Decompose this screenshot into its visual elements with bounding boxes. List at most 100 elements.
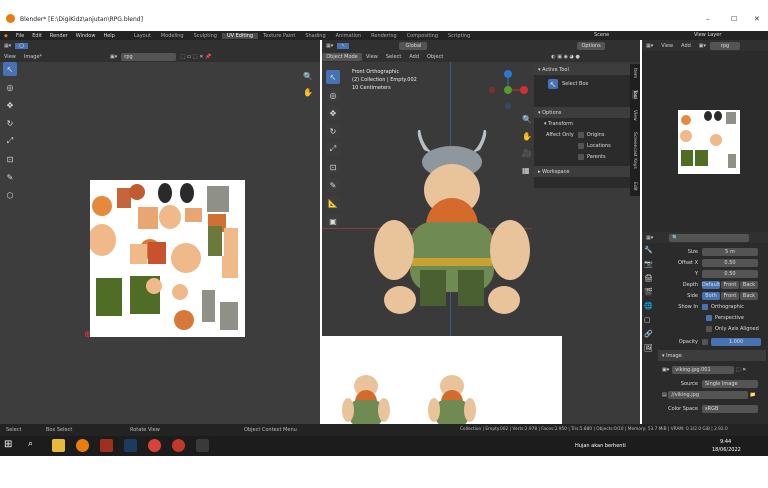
image-browse-icon[interactable]: ▣▾ (106, 54, 121, 60)
zoom-view-icon[interactable]: 🔍 (522, 115, 532, 124)
weather-text[interactable]: Hujan akan berhenti (575, 443, 626, 449)
search-icon[interactable]: ⌕ (28, 439, 41, 452)
tab-scripting[interactable]: Scripting (443, 33, 475, 39)
side-front[interactable]: Front (721, 291, 739, 300)
annotate-tool-icon[interactable]: ✎ (3, 170, 17, 184)
parents-checkbox[interactable] (578, 153, 584, 160)
data-props-icon[interactable]: 🖼 (644, 344, 654, 358)
file-explorer-icon[interactable] (52, 439, 65, 452)
depth-back[interactable]: Back (740, 280, 758, 289)
transform-header[interactable]: ▾ Transform (534, 118, 634, 129)
tab-uv-editing[interactable]: UV Editing (221, 32, 259, 39)
viewport-editor-type-icon[interactable]: ▦▾ (322, 43, 337, 49)
tab-animation[interactable]: Animation (331, 33, 367, 39)
render-props-icon[interactable]: 📷 (644, 260, 654, 274)
select-tool-icon[interactable]: ↖ (3, 62, 17, 76)
scene-props-icon[interactable]: 🎬 (644, 288, 654, 302)
tab-rendering[interactable]: Rendering (366, 33, 402, 39)
app-icon[interactable] (196, 439, 209, 452)
cursor-tool-icon[interactable]: ◎ (3, 80, 17, 94)
tab-item[interactable]: Item (632, 68, 637, 78)
side-both[interactable]: Both (702, 291, 720, 300)
orientation-dropdown[interactable]: Global (399, 41, 428, 50)
source-dropdown[interactable]: Single Image (702, 379, 758, 388)
select-box-icon[interactable]: ↖ (548, 79, 558, 89)
side-back[interactable]: Back (740, 291, 758, 300)
active-tool-header[interactable]: ▾ Active Tool (534, 64, 634, 75)
perspective-checkbox[interactable] (706, 314, 712, 321)
opacity-checkbox[interactable] (702, 338, 708, 345)
view-layer-selector[interactable]: View Layer (690, 32, 725, 38)
menu-render[interactable]: Render (46, 33, 72, 39)
object-props-icon[interactable]: ▢ (644, 316, 654, 330)
image-actions-icons[interactable]: ⬚ ▭ ⬚ ✕ 📌 (176, 54, 215, 60)
color-space-dropdown[interactable]: sRGB (702, 404, 758, 413)
illustrator-icon[interactable] (100, 439, 113, 452)
transform-tool-icon[interactable]: ⊡ (3, 152, 17, 166)
options-dropdown[interactable]: Options (577, 41, 605, 50)
filepath-field[interactable]: //viking.jpg (668, 390, 749, 399)
menu-file[interactable]: File (12, 33, 28, 39)
vp-cursor-tool-icon[interactable]: ◎ (326, 88, 340, 102)
windows-start-icon[interactable]: ⊞ (4, 439, 17, 452)
workspace-header[interactable]: ▸ Workspace (534, 166, 634, 177)
tab-modeling[interactable]: Modeling (156, 33, 189, 39)
depth-front[interactable]: Front (721, 280, 739, 289)
mode-dropdown[interactable]: Object Mode (322, 52, 362, 61)
right-menu-view[interactable]: View (657, 43, 677, 49)
right-menu-add[interactable]: Add (677, 43, 695, 49)
move-tool-icon[interactable]: ✥ (3, 98, 17, 112)
tab-shading[interactable]: Shading (300, 33, 330, 39)
shading-mode-icons[interactable]: ◐ ▣ ◉ ◕ ● (547, 54, 584, 60)
orthographic-checkbox[interactable] (702, 303, 708, 310)
tab-sculpting[interactable]: Sculpting (189, 33, 222, 39)
file-browse-icon[interactable]: 📁 (748, 392, 756, 398)
viewport-menu-select[interactable]: Select (382, 54, 405, 60)
right-image-name[interactable]: rpg (710, 41, 741, 50)
tab-edit[interactable]: Edit (632, 182, 637, 191)
scene-selector[interactable]: Scene (590, 32, 613, 38)
image-datablock-field[interactable]: viking.jpg.001 (672, 365, 735, 374)
tab-texture-paint[interactable]: Texture Paint (258, 33, 300, 39)
properties-search[interactable]: 🔍 (669, 233, 750, 242)
opacity-field[interactable]: 1.000 (711, 337, 761, 346)
viewport-menu-object[interactable]: Object (423, 54, 447, 60)
properties-type-icon[interactable]: ▦▾ (642, 235, 657, 241)
image-datablock-actions-icon[interactable]: ⬚ ✕ (734, 367, 747, 373)
vp-rotate-tool-icon[interactable]: ↻ (326, 124, 340, 138)
tab-compositing[interactable]: Compositing (402, 33, 443, 39)
right-image-icon[interactable]: ▣▾ (695, 43, 710, 49)
pan-hand-icon[interactable]: ✋ (303, 88, 313, 97)
maximize-button[interactable]: ☐ (731, 15, 737, 23)
blender-taskbar-icon[interactable] (76, 439, 89, 452)
output-props-icon[interactable]: 🖨 (644, 274, 654, 288)
options-header[interactable]: ▾ Options (534, 107, 634, 118)
vp-select-tool-icon[interactable]: ↖ (326, 70, 340, 84)
uv-menu-view[interactable]: View (0, 54, 20, 60)
constraint-props-icon[interactable]: 🔗 (644, 330, 654, 344)
zoom-icon[interactable]: 🔍 (303, 72, 313, 81)
origins-checkbox[interactable] (577, 131, 584, 138)
tab-screencast-keys[interactable]: Screencast Keys (632, 132, 637, 169)
rotate-tool-icon[interactable]: ↻ (3, 116, 17, 130)
clock-date[interactable]: 18/06/2022 (712, 447, 741, 453)
viewport-select-icon[interactable]: ↖ (337, 42, 350, 49)
depth-default[interactable]: Default (702, 280, 720, 289)
photoshop-icon[interactable] (124, 439, 137, 452)
close-button[interactable]: ✕ (754, 15, 760, 23)
viking-model[interactable] (372, 130, 532, 330)
menu-help[interactable]: Help (99, 33, 118, 39)
recorder-icon[interactable] (172, 439, 185, 452)
editor-type-icon[interactable]: ▦▾ (0, 43, 15, 49)
scale-tool-icon[interactable]: ⤢ (3, 134, 17, 148)
blender-menu-icon[interactable]: ◆ (0, 33, 12, 39)
offset-x-field[interactable]: 0.50 (702, 258, 758, 267)
navigation-gizmo[interactable] (488, 70, 528, 110)
menu-window[interactable]: Window (72, 33, 100, 39)
vp-add-cube-icon[interactable]: ▣ (326, 214, 340, 228)
vp-scale-tool-icon[interactable]: ⤢ (326, 142, 340, 156)
clock-time[interactable]: 9:44 (720, 439, 731, 445)
viewport-menu-add[interactable]: Add (405, 54, 423, 60)
image-section-header[interactable]: ▾ Image (658, 350, 766, 361)
image-browse-icon-2[interactable]: ▣▾ (662, 367, 669, 373)
